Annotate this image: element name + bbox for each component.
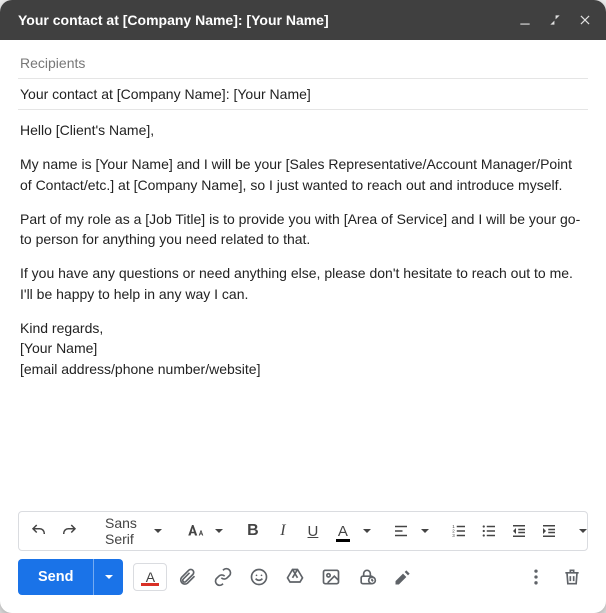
- titlebar: Your contact at [Company Name]: [Your Na…: [0, 0, 606, 40]
- align-dropdown[interactable]: [417, 516, 433, 546]
- window-title: Your contact at [Company Name]: [Your Na…: [18, 12, 504, 28]
- indent-more-button[interactable]: [535, 516, 563, 546]
- bulleted-list-button[interactable]: [475, 516, 503, 546]
- insert-drive-button[interactable]: [279, 561, 311, 593]
- body-p1: Hello [Client's Name],: [20, 120, 586, 140]
- indent-less-button[interactable]: [505, 516, 533, 546]
- font-size-button[interactable]: [181, 516, 209, 546]
- chevron-down-icon: [153, 526, 163, 536]
- formatting-options-button[interactable]: A: [133, 563, 167, 591]
- align-button[interactable]: [387, 516, 415, 546]
- body-p4: If you have any questions or need anythi…: [20, 263, 586, 304]
- insert-link-button[interactable]: [207, 561, 239, 593]
- more-options-button[interactable]: [520, 561, 552, 593]
- minimize-icon[interactable]: [516, 11, 534, 29]
- font-size-dropdown[interactable]: [211, 516, 227, 546]
- confidential-mode-button[interactable]: [351, 561, 383, 593]
- undo-button[interactable]: [25, 516, 53, 546]
- compose-actions: A: [133, 561, 588, 593]
- message-body[interactable]: Hello [Client's Name], My name is [Your …: [0, 110, 606, 511]
- fullscreen-icon[interactable]: [546, 11, 564, 29]
- format-toolbar: Sans Serif B I U A 123: [18, 511, 588, 551]
- body-p2: My name is [Your Name] and I will be you…: [20, 154, 586, 195]
- underline-button[interactable]: U: [299, 516, 327, 546]
- recipients-field[interactable]: Recipients: [18, 48, 588, 79]
- bold-button[interactable]: B: [239, 516, 267, 546]
- text-color-dropdown[interactable]: [359, 516, 375, 546]
- numbered-list-button[interactable]: 123: [445, 516, 473, 546]
- more-formatting-button[interactable]: [575, 516, 591, 546]
- body-signoff: Kind regards,: [20, 318, 586, 338]
- font-family-picker[interactable]: Sans Serif: [95, 516, 169, 546]
- insert-photo-button[interactable]: [315, 561, 347, 593]
- body-name: [Your Name]: [20, 338, 586, 358]
- send-button-group: Send: [18, 559, 123, 595]
- close-icon[interactable]: [576, 11, 594, 29]
- text-color-button[interactable]: A: [329, 516, 357, 546]
- insert-signature-button[interactable]: [387, 561, 419, 593]
- send-options-button[interactable]: [93, 559, 123, 595]
- attach-file-button[interactable]: [171, 561, 203, 593]
- font-family-label: Sans Serif: [105, 515, 137, 547]
- insert-emoji-button[interactable]: [243, 561, 275, 593]
- compose-window: Your contact at [Company Name]: [Your Na…: [0, 0, 606, 613]
- discard-draft-button[interactable]: [556, 561, 588, 593]
- body-p3: Part of my role as a [Job Title] is to p…: [20, 209, 586, 250]
- send-bar: Send A: [0, 559, 606, 613]
- header-fields: Recipients Your contact at [Company Name…: [0, 40, 606, 110]
- body-contact: [email address/phone number/website]: [20, 359, 586, 379]
- redo-button[interactable]: [55, 516, 83, 546]
- send-button[interactable]: Send: [18, 559, 93, 595]
- italic-button[interactable]: I: [269, 516, 297, 546]
- subject-field[interactable]: Your contact at [Company Name]: [Your Na…: [18, 79, 588, 110]
- svg-text:3: 3: [452, 533, 455, 538]
